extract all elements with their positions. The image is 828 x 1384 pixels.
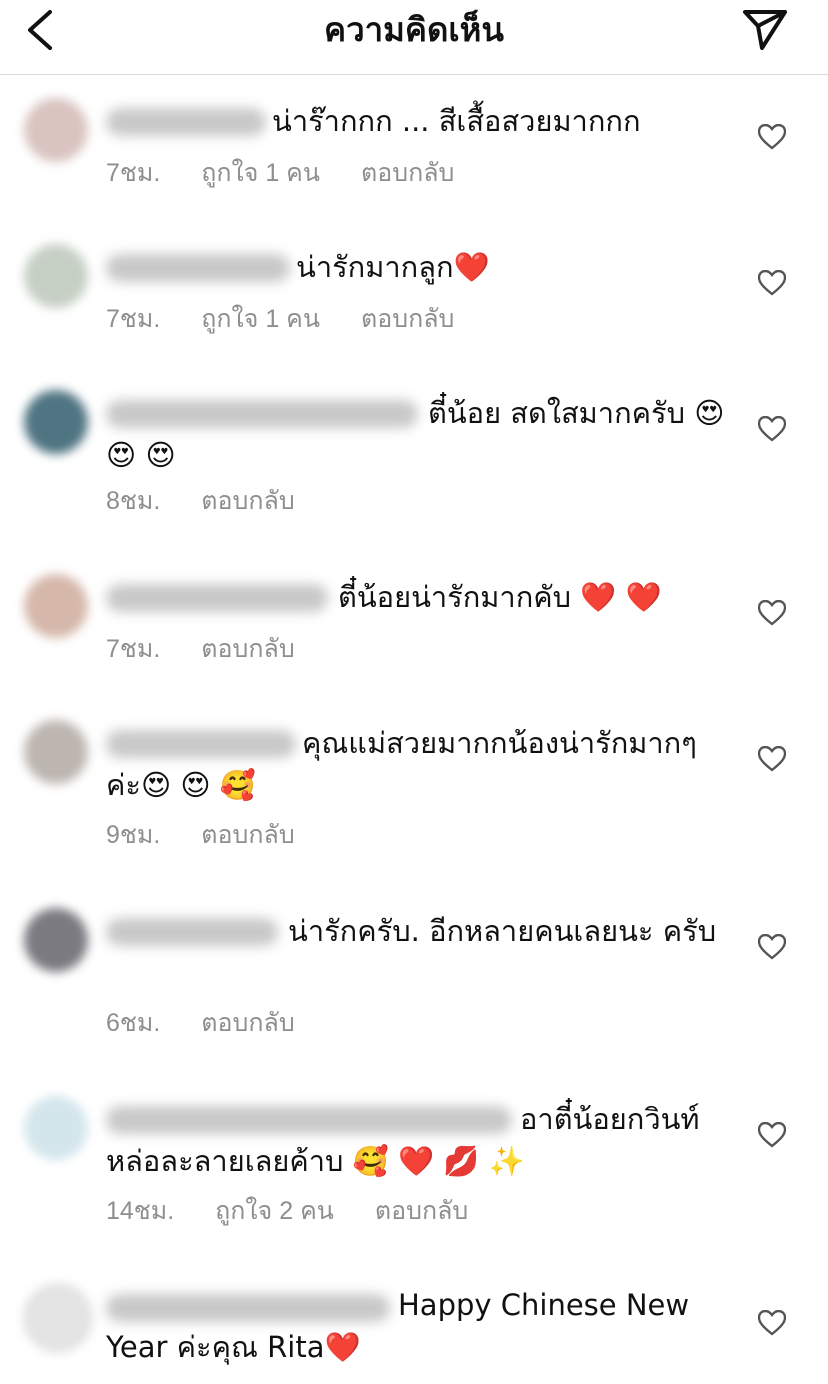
reply-button[interactable]: ตอบกลับ bbox=[201, 821, 294, 849]
avatar[interactable] bbox=[24, 1096, 88, 1160]
avatar[interactable] bbox=[24, 390, 88, 454]
avatar[interactable] bbox=[24, 574, 88, 638]
send-icon[interactable] bbox=[740, 6, 790, 52]
reply-button[interactable]: ตอบกลับ bbox=[201, 1009, 294, 1037]
comment-meta: 7ชม. ถูกใจ 1 คน ตอบกลับ bbox=[106, 304, 488, 334]
comment-meta: 8ชม. ตอบกลับ bbox=[106, 486, 329, 516]
avatar[interactable] bbox=[24, 244, 88, 308]
comment-time: 6ชม. bbox=[106, 1009, 161, 1037]
comment-time: 7ชม. bbox=[106, 635, 161, 663]
comment-text: ตี๋น้อยน่ารักมากคับ ❤️ ❤️ bbox=[338, 580, 662, 614]
comment-time: 8ชม. bbox=[106, 487, 161, 515]
reply-button[interactable]: ตอบกลับ bbox=[361, 159, 454, 187]
comment-text: Happy Chinese New Year ค่ะคุณ Rita❤️ bbox=[106, 1288, 690, 1364]
comment-item: อาตี๋น้อยกวินท์ หล่อละลายเลยค้าบ 🥰 ❤️ 💋 … bbox=[0, 1084, 828, 1234]
page-title: ความคิดเห็น bbox=[324, 11, 504, 48]
comment-meta: 9ชม. ตอบกลับ bbox=[106, 820, 329, 850]
comment-meta: 7ชม. ตอบกลับ bbox=[106, 634, 329, 664]
like-heart-icon[interactable] bbox=[758, 600, 786, 626]
comment-meta: 6ชม. ตอบกลับ bbox=[106, 1008, 329, 1038]
comment-item: น่ารักครับ. อีกหลายคนเลยนะ ครับ 6ชม. ตอบ… bbox=[0, 896, 828, 1046]
like-heart-icon[interactable] bbox=[758, 1310, 786, 1336]
likes-count-link[interactable]: ถูกใจ 2 คน bbox=[215, 1197, 334, 1225]
like-heart-icon[interactable] bbox=[758, 1122, 786, 1148]
like-heart-icon[interactable] bbox=[758, 416, 786, 442]
avatar[interactable] bbox=[24, 908, 88, 972]
reply-button[interactable]: ตอบกลับ bbox=[201, 487, 294, 515]
like-heart-icon[interactable] bbox=[758, 124, 786, 150]
comment-text: น่ารักครับ. อีกหลายคนเลยนะ ครับ bbox=[288, 914, 717, 948]
comment-item: ตี๋น้อยน่ารักมากคับ ❤️ ❤️ 7ชม. ตอบกลับ bbox=[0, 562, 828, 672]
comment-text: น่าร๊ากกก ... สีเสื้อสวยมากกก bbox=[272, 104, 641, 138]
comment-item: น่ารักมากลูก❤️ 7ชม. ถูกใจ 1 คน ตอบกลับ bbox=[0, 232, 828, 342]
reply-button[interactable]: ตอบกลับ bbox=[361, 305, 454, 333]
reply-button[interactable]: ตอบกลับ bbox=[201, 635, 294, 663]
avatar[interactable] bbox=[24, 1284, 92, 1352]
avatar[interactable] bbox=[24, 720, 88, 784]
like-heart-icon[interactable] bbox=[758, 270, 786, 296]
likes-count-link[interactable]: ถูกใจ 1 คน bbox=[201, 305, 320, 333]
comment-time: 7ชม. bbox=[106, 305, 161, 333]
comment-item: คุณแม่สวยมากกน้องน่ารักมากๆ ค่ะ😍 😍 🥰 9ชม… bbox=[0, 708, 828, 858]
comment-time: 14ชม. bbox=[106, 1197, 175, 1225]
reply-button[interactable]: ตอบกลับ bbox=[375, 1197, 468, 1225]
comment-text: คุณแม่สวยมากกน้องน่ารักมากๆ ค่ะ😍 😍 🥰 bbox=[106, 726, 697, 802]
comment-text: อาตี๋น้อยกวินท์ หล่อละลายเลยค้าบ 🥰 ❤️ 💋 … bbox=[106, 1102, 700, 1178]
comment-item: ตี๋น้อย สดใสมากครับ 😍 😍 😍 8ชม. ตอบกลับ bbox=[0, 378, 828, 528]
comment-item: Happy Chinese New Year ค่ะคุณ Rita❤️ bbox=[0, 1272, 828, 1384]
comments-header: ความคิดเห็น bbox=[0, 0, 828, 75]
avatar[interactable] bbox=[24, 98, 88, 162]
like-heart-icon[interactable] bbox=[758, 746, 786, 772]
like-heart-icon[interactable] bbox=[758, 934, 786, 960]
comment-item: น่าร๊ากกก ... สีเสื้อสวยมากกก 7ชม. ถูกใจ… bbox=[0, 86, 828, 196]
comment-meta: 7ชม. ถูกใจ 1 คน ตอบกลับ bbox=[106, 158, 488, 188]
comment-meta: 14ชม. ถูกใจ 2 คน ตอบกลับ bbox=[106, 1196, 502, 1226]
likes-count-link[interactable]: ถูกใจ 1 คน bbox=[201, 159, 320, 187]
comment-time: 9ชม. bbox=[106, 821, 161, 849]
comment-time: 7ชม. bbox=[106, 159, 161, 187]
comment-text: น่ารักมากลูก❤️ bbox=[296, 250, 490, 284]
comment-text: ตี๋น้อย สดใสมากครับ 😍 😍 😍 bbox=[106, 396, 725, 472]
